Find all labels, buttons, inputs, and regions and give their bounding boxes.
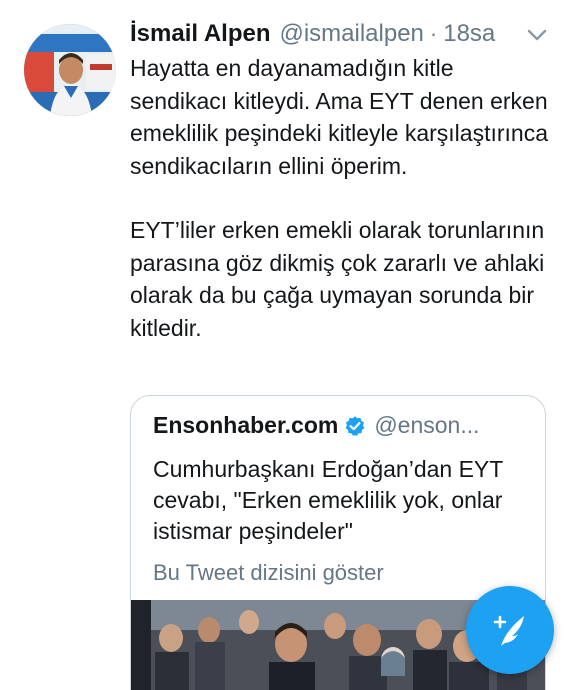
separator: · xyxy=(429,21,438,46)
verified-badge-icon xyxy=(345,415,365,436)
quoted-handle: @enson... xyxy=(374,412,480,438)
quoted-tweet-text: Cumhurbaşkanı Erdoğan’dan EYT cevabı, "E… xyxy=(153,456,503,544)
tweet[interactable]: İsmail Alpen @ismailalpen · 18sa Hayatta… xyxy=(0,0,568,690)
tweet-text: Hayatta en dayanamadığın kitle sendikacı… xyxy=(130,52,550,344)
tweet-paragraph: EYT’liler erken emekli olarak torunların… xyxy=(130,217,545,341)
avatar-photo xyxy=(24,24,116,116)
tweet-header: İsmail Alpen @ismailalpen · 18sa xyxy=(130,20,548,54)
quoted-tweet-header: Ensonhaber.com @enson... xyxy=(153,412,529,439)
avatar[interactable] xyxy=(24,24,116,116)
user-handle[interactable]: @ismailalpen xyxy=(279,20,423,48)
quoted-display-name: Ensonhaber.com xyxy=(153,412,339,438)
display-name[interactable]: İsmail Alpen xyxy=(130,20,270,48)
chevron-down-icon[interactable] xyxy=(526,28,548,42)
compose-tweet-button[interactable] xyxy=(466,586,554,674)
tweet-paragraph: Hayatta en dayanamadığın kitle sendikacı… xyxy=(130,55,548,179)
compose-tweet-icon xyxy=(493,615,524,646)
timestamp[interactable]: 18sa xyxy=(443,20,495,48)
show-thread-link[interactable]: Bu Tweet dizisini göster xyxy=(153,560,384,586)
